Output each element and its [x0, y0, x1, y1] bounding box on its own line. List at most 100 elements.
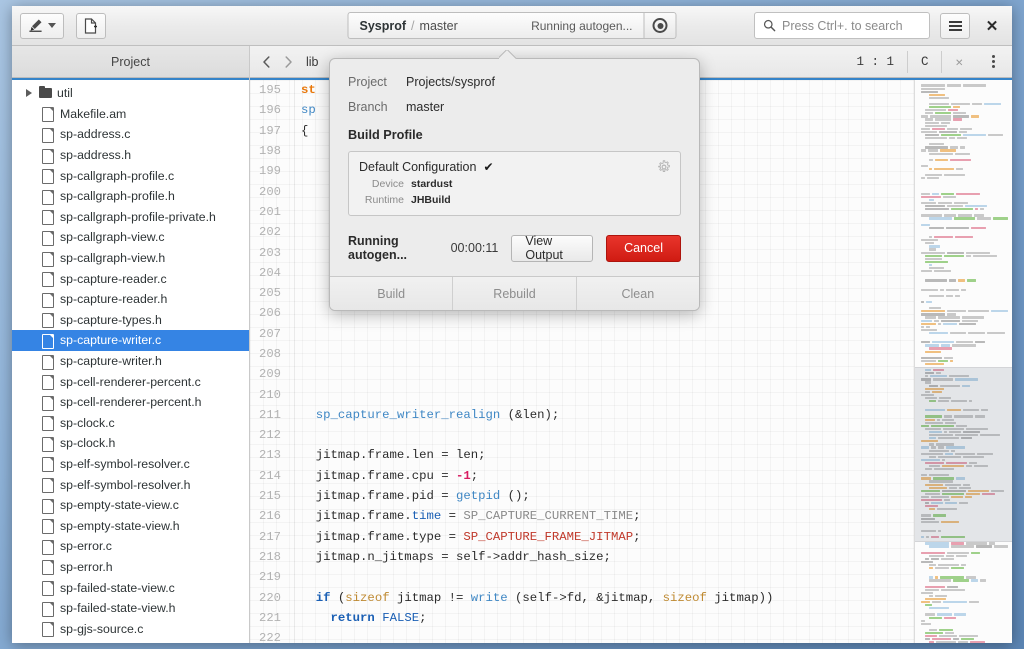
file-name: sp-empty-state-view.h: [60, 518, 180, 533]
minimap-line: [919, 217, 1009, 220]
file-list-item[interactable]: util: [12, 83, 249, 104]
project-file-list[interactable]: util Makefile.am sp-address.c sp-address.h s…: [12, 80, 249, 643]
file-list-item[interactable]: sp-capture-writer.c: [12, 330, 249, 351]
file-name: sp-elf-symbol-resolver.c: [60, 456, 190, 471]
popover-action-build[interactable]: Build: [330, 277, 454, 310]
document-icon: [42, 272, 54, 288]
chevron-right-icon: [284, 55, 292, 68]
file-list-item[interactable]: sp-elf-symbol-resolver.c: [12, 454, 249, 475]
file-list-item[interactable]: sp-callgraph-view.h: [12, 248, 249, 269]
gear-icon[interactable]: [656, 160, 671, 175]
line-text: jitmap.frame.cpu = -1;: [301, 468, 479, 483]
file-list-item[interactable]: sp-clock.c: [12, 413, 249, 434]
file-list-item[interactable]: sp-error.c: [12, 536, 249, 557]
file-list-item[interactable]: sp-failed-state-view.c: [12, 577, 249, 598]
document-icon: [42, 581, 54, 597]
new-document-button[interactable]: [76, 12, 106, 39]
close-document-button[interactable]: ✕: [942, 51, 976, 73]
breadcrumb[interactable]: lib: [306, 55, 319, 69]
header-left-controls: [18, 12, 106, 39]
file-name: sp-callgraph-profile.h: [60, 189, 175, 204]
file-name: sp-address.h: [60, 148, 132, 163]
file-list-item[interactable]: sp-clock.h: [12, 433, 249, 454]
file-name: sp-callgraph-view.h: [60, 251, 166, 266]
line-number: 217: [259, 529, 281, 544]
file-list-item[interactable]: Makefile.am: [12, 104, 249, 125]
navigate-forward-button[interactable]: [278, 50, 298, 74]
folder-icon: [39, 86, 52, 100]
document-icon: [42, 601, 54, 617]
edit-mode-button[interactable]: [20, 12, 64, 39]
file-list-item[interactable]: sp-callgraph-profile.h: [12, 186, 249, 207]
file-list-item[interactable]: sp-capture-reader.h: [12, 289, 249, 310]
pencil-icon: [29, 19, 42, 32]
project-name: Sysprof: [359, 18, 407, 33]
kebab-menu-icon[interactable]: [980, 50, 1006, 74]
cancel-build-button[interactable]: Cancel: [606, 234, 681, 262]
main-menu-button[interactable]: [940, 12, 970, 39]
view-output-button[interactable]: View Output: [511, 234, 594, 262]
minimap-lines: [915, 80, 1012, 643]
application-window: Sysprof / master Running autogen... Pres…: [12, 6, 1012, 643]
file-list-item[interactable]: sp-empty-state-view.c: [12, 495, 249, 516]
document-icon: [42, 230, 54, 246]
record-button[interactable]: [643, 12, 677, 39]
file-list-item[interactable]: sp-address.h: [12, 145, 249, 166]
profile-runtime-row: Runtime JHBuild: [359, 194, 670, 206]
expander-triangle-icon[interactable]: [26, 89, 32, 98]
file-list-item[interactable]: sp-error.h: [12, 557, 249, 578]
project-menu-button[interactable]: Sysprof / master Running autogen...: [347, 12, 644, 39]
file-list-item[interactable]: sp-address.c: [12, 124, 249, 145]
line-text: return FALSE;: [330, 610, 427, 625]
file-list-item[interactable]: sp-gjs-source.c: [12, 618, 249, 639]
file-list-item[interactable]: sp-cell-renderer-percent.c: [12, 371, 249, 392]
code-line: 217 jitmap.frame.type = SP_CAPTURE_FRAME…: [250, 527, 914, 547]
line-number: 205: [259, 286, 281, 301]
code-line: 214 jitmap.frame.cpu = -1;: [250, 466, 914, 486]
search-input[interactable]: Press Ctrl+. to search: [754, 12, 930, 39]
file-list-item[interactable]: sp-capture-reader.c: [12, 268, 249, 289]
minimap-line: [919, 545, 1009, 548]
document-icon: [42, 519, 54, 535]
profile-name-row: Default Configuration ✔: [359, 160, 670, 174]
file-list-item[interactable]: sp-callgraph-profile-private.h: [12, 207, 249, 228]
file-name: sp-failed-state-view.h: [60, 601, 176, 616]
window-close-button[interactable]: ✕: [980, 14, 1004, 38]
popover-action-rebuild[interactable]: Rebuild: [453, 277, 577, 310]
line-number: 211: [259, 407, 281, 422]
popover-branch-row: Branch master: [348, 100, 681, 114]
language-indicator[interactable]: C: [908, 50, 943, 73]
file-list-item[interactable]: sp-elf-symbol-resolver.h: [12, 474, 249, 495]
file-name: sp-capture-writer.c: [60, 333, 162, 348]
file-name: sp-clock.h: [60, 436, 116, 451]
file-list-item[interactable]: sp-capture-writer.h: [12, 351, 249, 372]
gutter-divider: [294, 80, 295, 643]
branch-value: master: [406, 100, 445, 114]
line-number: 213: [259, 448, 281, 463]
file-list-item[interactable]: sp-empty-state-view.h: [12, 515, 249, 536]
document-icon: [42, 333, 54, 349]
file-list-item[interactable]: sp-failed-state-view.h: [12, 598, 249, 619]
navigate-back-button[interactable]: [256, 50, 276, 74]
project-status-group: Sysprof / master Running autogen...: [347, 12, 677, 39]
file-list-item[interactable]: sp-cell-renderer-percent.h: [12, 392, 249, 413]
line-number: 212: [259, 428, 281, 443]
file-name: sp-callgraph-view.c: [60, 230, 165, 245]
editor-status-controls: 1 : 1 C ✕: [843, 50, 1006, 74]
file-list-item[interactable]: sp-callgraph-profile.c: [12, 165, 249, 186]
checkmark-icon: ✔: [483, 160, 494, 174]
file-list-item[interactable]: sp-capture-types.h: [12, 310, 249, 331]
code-minimap[interactable]: [914, 80, 1012, 643]
cursor-position-indicator[interactable]: 1 : 1: [843, 50, 908, 73]
project-separator: /: [411, 18, 415, 33]
file-list-item[interactable]: sp-callgraph-view.c: [12, 227, 249, 248]
chevron-down-icon: [48, 23, 56, 28]
search-placeholder-text: Press Ctrl+. to search: [782, 18, 903, 33]
build-profile-card[interactable]: Default Configuration ✔ Device stardust …: [348, 151, 681, 216]
popover-action-clean[interactable]: Clean: [577, 277, 699, 310]
popover-body: Project Projects/sysprof Branch master B…: [330, 59, 699, 276]
line-number: 219: [259, 570, 281, 585]
line-number: 204: [259, 265, 281, 280]
new-document-icon: [84, 17, 97, 34]
line-text: jitmap.frame.time = SP_CAPTURE_CURRENT_T…: [301, 509, 641, 524]
